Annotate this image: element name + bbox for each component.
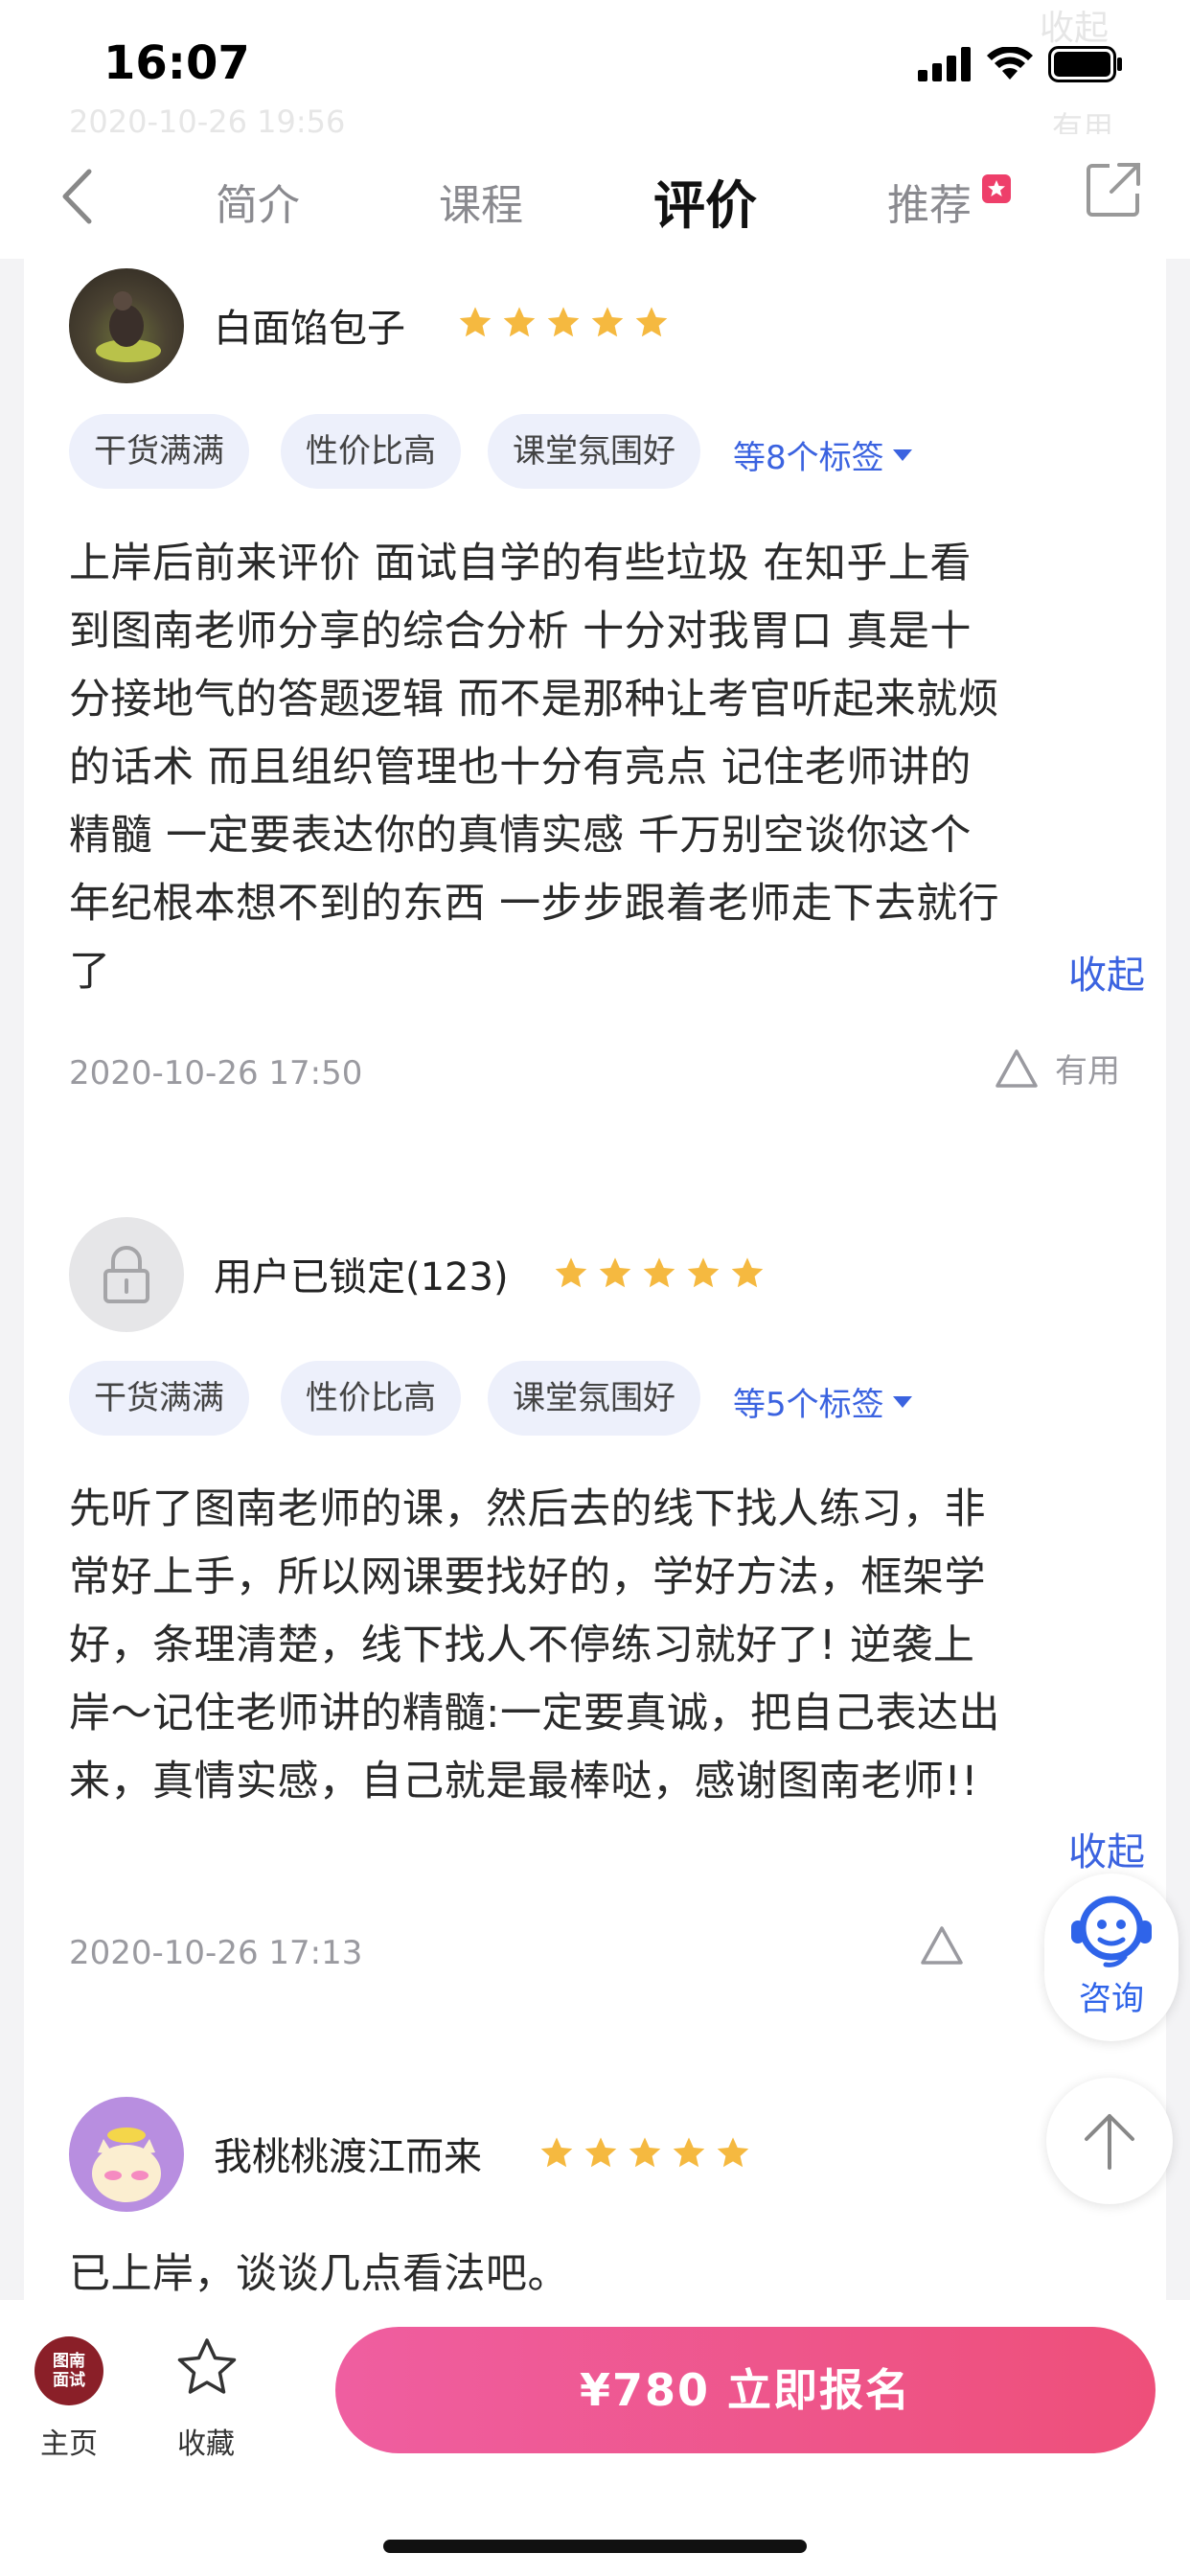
- star-icon: [591, 307, 624, 337]
- review-text: 上岸后前来评价 面试自学的有些垃圾 在知乎上看 到图南老师分享的综合分析 十分对…: [69, 530, 1142, 1006]
- star-icon: [635, 307, 668, 337]
- rating-stars: [457, 305, 670, 341]
- star-icon: [503, 307, 536, 337]
- review-text-line: 好，条理清楚，线下找人不停练习就好了! 逆袭上: [69, 1622, 975, 1669]
- useful-icon: [995, 1048, 1038, 1088]
- star-icon: [584, 2137, 617, 2168]
- review-text-line: 了: [69, 948, 111, 996]
- review-text-line: 精髓 一定要表达你的真情实感 千万别空谈你这个: [69, 812, 972, 860]
- star-icon: [687, 1257, 720, 1288]
- status-bar: 16:07 收起 2020-10-26 19:56 有用: [0, 0, 1190, 146]
- review-text-line: 上岸后前来评价 面试自学的有些垃圾 在知乎上看: [69, 540, 972, 587]
- status-icons: [918, 46, 1123, 82]
- arrow-up-icon: [1085, 2114, 1134, 2170]
- back-button[interactable]: [48, 163, 105, 230]
- star-icon: [540, 2137, 573, 2168]
- star-outline-icon[interactable]: [175, 2336, 239, 2400]
- app-root: 16:07 收起 2020-10-26 19:56 有用 简介 课程 评价 推荐…: [0, 0, 1190, 2576]
- review-text-line: 的话术 而且组织管理也十分有亮点 记住老师讲的: [69, 744, 972, 792]
- chevron-left-icon: [62, 169, 92, 224]
- home-indicator: [383, 2540, 807, 2553]
- share-button[interactable]: [1085, 161, 1142, 218]
- review-username[interactable]: 白面馅包子: [214, 297, 405, 353]
- customer-service-icon: [1071, 1896, 1152, 1967]
- star-icon: [673, 2137, 705, 2168]
- home-logo-line: 图南: [53, 2352, 85, 2371]
- rating-stars: [538, 2135, 751, 2172]
- consult-button[interactable]: 咨询: [1044, 1874, 1179, 2041]
- review-text-line: 先听了图南老师的课，然后去的线下找人练习，非: [69, 1485, 986, 1533]
- caret-down-icon: [892, 1395, 912, 1408]
- review-text-line: 已上岸，谈谈几点看法吧。: [69, 2250, 569, 2298]
- star-icon: [717, 2137, 749, 2168]
- status-time: 16:07: [103, 36, 250, 90]
- share-icon: [1087, 163, 1140, 217]
- review-username[interactable]: 我桃桃渡江而来: [214, 2126, 482, 2181]
- review-text-line: 岸～记住老师讲的精髓:一定要真诚，把自己表达出: [69, 1690, 1000, 1737]
- review-text-line: 来，真情实感，自己就是最棒哒，感谢图南老师!!: [69, 1758, 978, 1806]
- caret-down-icon: [892, 448, 912, 461]
- avatar[interactable]: [69, 2097, 184, 2212]
- useful-button[interactable]: [919, 1924, 965, 1966]
- tab-review[interactable]: 评价: [653, 163, 757, 239]
- bottom-bar: 图南 面试 主页 收藏 ¥780 立即报名: [0, 2300, 1190, 2576]
- review-tag: 性价比高: [281, 1361, 461, 1436]
- useful-button[interactable]: 有用: [994, 1045, 1120, 1092]
- collapse-link[interactable]: 收起: [1068, 944, 1145, 1000]
- star-icon: [731, 1257, 764, 1288]
- review-date: 2020-10-26 17:13: [69, 1934, 363, 1972]
- back-to-top-button[interactable]: [1046, 2078, 1173, 2204]
- review-list: 白面馅包子 干货满满 性价比高 课堂氛围好 等8个标签 上岸后前来评价 面试自学…: [24, 259, 1166, 2300]
- avatar[interactable]: [69, 268, 184, 383]
- favorite-label[interactable]: 收藏: [177, 2420, 235, 2462]
- review-text-line: 分接地气的答题逻辑 而不是那种让考官听起来就烦: [69, 676, 1000, 724]
- review-text: 先听了图南老师的课，然后去的线下找人练习，非 常好上手，所以网课要找好的，学好方…: [69, 1476, 1142, 1816]
- star-icon: [547, 307, 580, 337]
- tab-intro[interactable]: 简介: [216, 171, 300, 232]
- more-tags-label: 等5个标签: [733, 1386, 884, 1424]
- review-tag: 干货满满: [69, 1361, 249, 1436]
- avatar[interactable]: [69, 1217, 184, 1332]
- star-icon: [459, 307, 492, 337]
- consult-label: 咨询: [1079, 1980, 1144, 2018]
- recommend-badge-icon: [982, 174, 1011, 203]
- review-date: 2020-10-26 17:50: [69, 1054, 363, 1092]
- home-logo-line: 面试: [53, 2371, 85, 2390]
- useful-icon: [921, 1926, 963, 1965]
- avatar-image-icon: [92, 2128, 161, 2202]
- star-icon: [555, 1257, 587, 1288]
- nav-bar: 简介 课程 评价 推荐: [0, 134, 1190, 259]
- collapse-link[interactable]: 收起: [1068, 1821, 1145, 1876]
- review-tag: 干货满满: [69, 414, 249, 489]
- review-text-line: 到图南老师分享的综合分析 十分对我胃口 真是十: [69, 608, 972, 656]
- avatar-image-icon: [96, 291, 161, 362]
- rating-stars: [553, 1255, 766, 1292]
- more-tags-toggle[interactable]: 等5个标签: [733, 1378, 913, 1425]
- home-label[interactable]: 主页: [40, 2420, 98, 2462]
- wifi-icon: [987, 47, 1033, 80]
- signup-button[interactable]: ¥780 立即报名: [335, 2327, 1156, 2453]
- more-tags-toggle[interactable]: 等8个标签: [733, 431, 913, 478]
- more-tags-label: 等8个标签: [733, 439, 884, 477]
- useful-label: 有用: [1055, 1052, 1120, 1091]
- star-icon: [629, 2137, 661, 2168]
- star-icon: [643, 1257, 675, 1288]
- battery-icon: [1048, 46, 1122, 82]
- review-tag: 性价比高: [281, 414, 461, 489]
- review-text-line: 年纪根本想不到的东西 一步步跟着老师走下去就行: [69, 880, 1000, 928]
- review-text: 已上岸，谈谈几点看法吧。: [69, 2241, 1142, 2309]
- lock-icon: [103, 1246, 149, 1303]
- tab-course[interactable]: 课程: [439, 171, 523, 232]
- review-username[interactable]: 用户已锁定(123): [214, 1246, 509, 1301]
- home-logo[interactable]: 图南 面试: [34, 2336, 103, 2405]
- review-tag: 课堂氛围好: [488, 1361, 700, 1436]
- review-tag: 课堂氛围好: [488, 414, 700, 489]
- review-text-line: 常好上手，所以网课要找好的，学好方法，框架学: [69, 1553, 986, 1601]
- star-icon: [599, 1257, 631, 1288]
- signal-icon: [918, 47, 971, 81]
- tab-recommend[interactable]: 推荐: [887, 171, 972, 232]
- ghost-collapse-text: 收起: [1040, 9, 1110, 48]
